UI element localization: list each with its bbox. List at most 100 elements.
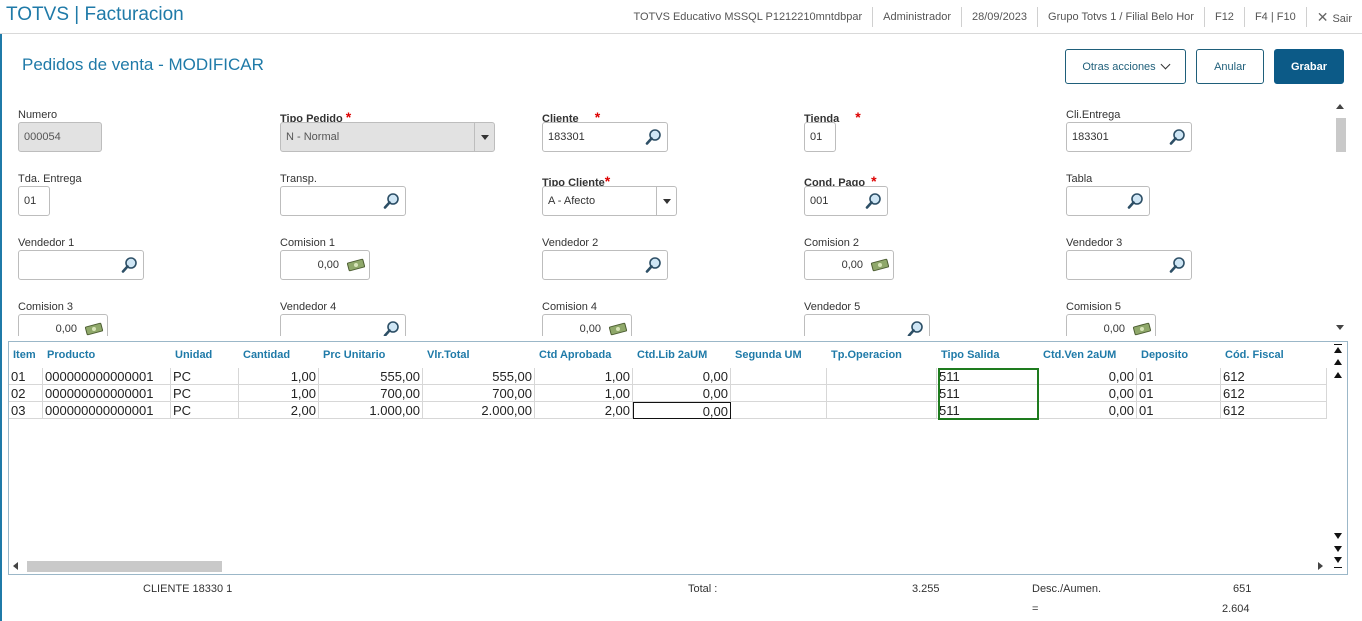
calculator-icon[interactable] xyxy=(346,258,366,272)
cell-cantidad[interactable]: 1,00 xyxy=(239,368,319,385)
cell-prc-unitario[interactable]: 555,00 xyxy=(319,368,423,385)
environment-label[interactable]: TOTVS Educativo MSSQL P1212210mntdbpar xyxy=(623,7,872,27)
col-header-segunda-um[interactable]: Segunda UM xyxy=(735,349,802,361)
cell-ctd-lib[interactable]: 0,00 xyxy=(633,368,731,385)
search-icon[interactable] xyxy=(1169,128,1187,146)
cliente-field[interactable]: 183301 xyxy=(542,122,668,152)
cell-prc-unitario[interactable]: 700,00 xyxy=(319,385,423,402)
scroll-down-icon[interactable] xyxy=(1336,325,1344,330)
col-header-unidad[interactable]: Unidad xyxy=(175,349,212,361)
cell-unidad[interactable]: PC xyxy=(171,385,239,402)
vendedor1-field[interactable] xyxy=(18,250,144,280)
col-header-tipo-salida[interactable]: Tipo Salida xyxy=(941,349,999,361)
table-row[interactable]: 02 000000000000001 PC 1,00 700,00 700,00… xyxy=(9,385,1327,402)
cell-prc-unitario[interactable]: 1.000,00 xyxy=(319,402,423,419)
scroll-left-icon[interactable] xyxy=(13,562,18,570)
cell-ctd-ven[interactable]: 0,00 xyxy=(1039,368,1137,385)
scroll-last-icon[interactable] xyxy=(1331,556,1345,568)
col-header-ctd-ven[interactable]: Ctd.Ven 2aUM xyxy=(1043,349,1116,361)
cell-deposito[interactable]: 01 xyxy=(1137,385,1221,402)
col-header-tp-operacion[interactable]: Tp.Operacion xyxy=(831,349,902,361)
cell-producto[interactable]: 000000000000001 xyxy=(43,385,171,402)
cell-ctd-ven[interactable]: 0,00 xyxy=(1039,385,1137,402)
cell-producto[interactable]: 000000000000001 xyxy=(43,402,171,419)
exit-button[interactable]: ✕ Sair xyxy=(1305,6,1362,27)
cell-vlr-total[interactable]: 555,00 xyxy=(423,368,535,385)
cell-segunda-um[interactable] xyxy=(731,368,827,385)
tda-entrega-field[interactable]: 01 xyxy=(18,186,50,216)
tipo-cliente-select[interactable]: A - Afecto xyxy=(542,186,677,216)
col-header-cod-fiscal[interactable]: Cód. Fiscal xyxy=(1225,349,1284,361)
vendedor3-field[interactable] xyxy=(1066,250,1192,280)
form-scrollbar[interactable] xyxy=(1333,100,1347,336)
vendedor5-field[interactable] xyxy=(804,314,930,336)
cell-cod-fiscal[interactable]: 612 xyxy=(1221,368,1327,385)
transp-field[interactable] xyxy=(280,186,406,216)
branch-label[interactable]: Grupo Totvs 1 / Filial Belo Hor xyxy=(1037,6,1204,27)
cell-ctd-lib[interactable]: 0,00 xyxy=(633,385,731,402)
scroll-down-icon[interactable] xyxy=(1331,530,1345,542)
cell-deposito[interactable]: 01 xyxy=(1137,368,1221,385)
col-header-cantidad[interactable]: Cantidad xyxy=(243,349,290,361)
tienda-field[interactable]: 01 xyxy=(804,122,836,152)
cell-segunda-um[interactable] xyxy=(731,402,827,419)
cell-ctd-aprobada[interactable]: 2,00 xyxy=(535,402,633,419)
scroll-right-icon[interactable] xyxy=(1318,562,1323,570)
calculator-icon[interactable] xyxy=(608,322,628,336)
tabla-field[interactable] xyxy=(1066,186,1150,216)
scrollbar-thumb[interactable] xyxy=(27,561,222,572)
cell-unidad[interactable]: PC xyxy=(171,368,239,385)
other-actions-button[interactable]: Otras acciones xyxy=(1065,49,1186,84)
cell-cod-fiscal[interactable]: 612 xyxy=(1221,402,1327,419)
search-icon[interactable] xyxy=(1127,192,1145,210)
cell-tp-operacion[interactable] xyxy=(827,402,937,419)
comision3-field[interactable]: 0,00 xyxy=(18,314,108,336)
cancel-button[interactable]: Anular xyxy=(1196,49,1264,84)
table-row[interactable]: 03 000000000000001 PC 2,00 1.000,00 2.00… xyxy=(9,402,1327,419)
comision4-field[interactable]: 0,00 xyxy=(542,314,632,336)
search-icon[interactable] xyxy=(121,256,139,274)
cell-tp-operacion[interactable] xyxy=(827,385,937,402)
cell-tp-operacion[interactable] xyxy=(827,368,937,385)
save-button[interactable]: Grabar xyxy=(1274,49,1344,84)
cell-ctd-ven[interactable]: 0,00 xyxy=(1039,402,1137,419)
calculator-icon[interactable] xyxy=(1132,322,1152,336)
scroll-page-up-icon[interactable] xyxy=(1331,357,1345,369)
grid-horizontal-scrollbar[interactable] xyxy=(9,558,1327,574)
comision5-field[interactable]: 0,00 xyxy=(1066,314,1156,336)
calculator-icon[interactable] xyxy=(870,258,890,272)
col-header-item[interactable]: Item xyxy=(13,349,36,361)
cell-producto[interactable]: 000000000000001 xyxy=(43,368,171,385)
cell-unidad[interactable]: PC xyxy=(171,402,239,419)
cell-cantidad[interactable]: 2,00 xyxy=(239,402,319,419)
col-header-ctd-lib[interactable]: Ctd.Lib 2aUM xyxy=(637,349,707,361)
user-label[interactable]: Administrador xyxy=(872,6,961,27)
cell-cantidad[interactable]: 1,00 xyxy=(239,385,319,402)
f4-f10-button[interactable]: F4 | F10 xyxy=(1243,6,1306,27)
col-header-deposito[interactable]: Deposito xyxy=(1141,349,1188,361)
vendedor4-field[interactable] xyxy=(280,314,406,336)
col-header-vlr-total[interactable]: Vlr.Total xyxy=(427,349,470,361)
search-icon[interactable] xyxy=(907,320,925,336)
search-icon[interactable] xyxy=(383,320,401,336)
scroll-page-down-icon[interactable] xyxy=(1331,543,1345,555)
scroll-first-icon[interactable] xyxy=(1331,344,1345,356)
tipo-pedido-select[interactable]: N - Normal xyxy=(280,122,495,152)
cell-item[interactable]: 03 xyxy=(9,402,43,419)
numero-field[interactable]: 000054 xyxy=(18,122,102,152)
f12-button[interactable]: F12 xyxy=(1203,6,1244,27)
cell-segunda-um[interactable] xyxy=(731,385,827,402)
comision1-field[interactable]: 0,00 xyxy=(280,250,370,280)
search-icon[interactable] xyxy=(645,128,663,146)
search-icon[interactable] xyxy=(645,256,663,274)
cell-vlr-total[interactable]: 700,00 xyxy=(423,385,535,402)
cell-ctd-lib-selected[interactable]: 0,00 xyxy=(633,402,731,419)
calculator-icon[interactable] xyxy=(84,322,104,336)
cell-deposito[interactable]: 01 xyxy=(1137,402,1221,419)
comision2-field[interactable]: 0,00 xyxy=(804,250,894,280)
search-icon[interactable] xyxy=(383,192,401,210)
cell-item[interactable]: 01 xyxy=(9,368,43,385)
search-icon[interactable] xyxy=(1169,256,1187,274)
cli-entrega-field[interactable]: 183301 xyxy=(1066,122,1192,152)
vendedor2-field[interactable] xyxy=(542,250,668,280)
